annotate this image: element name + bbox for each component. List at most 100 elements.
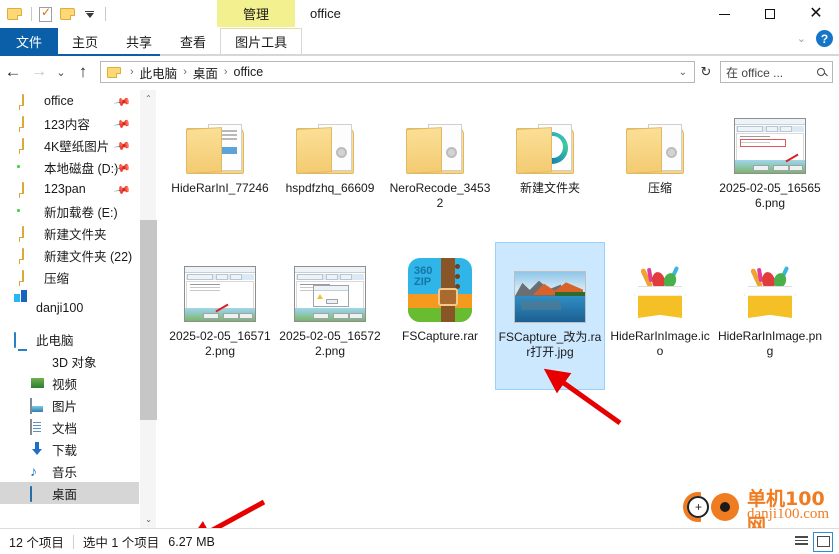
- customize-dropdown-icon[interactable]: [81, 6, 98, 23]
- sidebar-item-new-folder[interactable]: 新建文件夹: [0, 222, 139, 244]
- search-input[interactable]: 在 office ...: [720, 61, 833, 83]
- folder-icon: [22, 181, 39, 198]
- sidebar-item-danji100[interactable]: danji100: [0, 290, 139, 319]
- status-bar: 12 个项目 选中 1 个项目 6.27 MB: [0, 528, 839, 554]
- sidebar-item-label: 本地磁盘 (D:): [44, 161, 119, 176]
- file-item[interactable]: 新建文件夹: [495, 94, 605, 242]
- file-name: FSCapture.rar: [401, 329, 479, 343]
- details-view-icon[interactable]: [791, 532, 811, 552]
- sidebar-item-desktop[interactable]: 桌面: [0, 482, 139, 504]
- file-name: HideRarInI_77246: [171, 181, 269, 195]
- status-selection-size: 6.27 MB: [168, 534, 215, 549]
- scrollbar-thumb[interactable]: [140, 220, 157, 420]
- file-list-pane: HideRarInI_77246 e hspdfzhq_66609: [157, 90, 839, 528]
- file-name: 2025-02-05_165722.png: [279, 329, 381, 358]
- sidebar-item-videos[interactable]: 视频: [0, 372, 139, 394]
- tab-file[interactable]: 文件: [0, 28, 59, 54]
- breadcrumb-desktop[interactable]: 桌面: [192, 63, 219, 82]
- breadcrumb-office[interactable]: office: [233, 65, 265, 79]
- file-item[interactable]: e NeroRecode_34532: [385, 94, 495, 242]
- folder-edge-icon: [516, 119, 584, 174]
- breadcrumb[interactable]: › 此电脑 › 桌面 › office ⌄: [100, 61, 695, 83]
- sidebar-item-compress[interactable]: 压缩: [0, 266, 139, 288]
- maximize-button[interactable]: [747, 0, 793, 28]
- sidebar-item-new-volume-e[interactable]: 新加载卷 (E:): [0, 200, 139, 222]
- file-name: HideRarInImage.png: [717, 329, 823, 358]
- new-folder-icon[interactable]: [60, 6, 77, 23]
- file-item[interactable]: HideRarInImage.png: [715, 242, 825, 390]
- file-icon: [294, 250, 366, 322]
- tab-home[interactable]: 主页: [58, 28, 112, 54]
- screenshot-thumbnail: [734, 118, 806, 174]
- sidebar-item-downloads[interactable]: 下载: [0, 438, 139, 460]
- file-item[interactable]: HideRarInI_77246: [165, 94, 275, 242]
- sidebar-item-documents[interactable]: 文档: [0, 416, 139, 438]
- file-item[interactable]: e 压缩: [605, 94, 715, 242]
- sidebar-item-123pan[interactable]: 123pan 📌: [0, 178, 139, 200]
- sidebar-item-label: 压缩: [44, 271, 70, 286]
- scroll-down-icon[interactable]: ⌄: [140, 511, 157, 528]
- sidebar-item-123content[interactable]: 123内容 📌: [0, 112, 139, 134]
- sidebar-item-this-pc[interactable]: 此电脑: [0, 328, 139, 350]
- sidebar-item-4k-wallpaper[interactable]: 4K壁纸图片 📌: [0, 134, 139, 156]
- sidebar-item-label: 桌面: [52, 487, 78, 502]
- tab-view[interactable]: 查看: [166, 28, 220, 54]
- breadcrumb-dropdown-icon[interactable]: ⌄: [679, 67, 690, 78]
- file-icon: 360 ZIP: [404, 250, 476, 322]
- breadcrumb-separator: ›: [223, 66, 228, 78]
- folder-icon: [22, 137, 39, 154]
- sidebar-item-new-folder-22[interactable]: 新建文件夹 (22): [0, 244, 139, 266]
- up-button[interactable]: ↑: [70, 59, 96, 85]
- file-item[interactable]: 2025-02-05_165656.png: [715, 94, 825, 242]
- navigation-pane-scrollbar[interactable]: ⌃ ⌄: [139, 90, 157, 528]
- minimize-button[interactable]: [701, 0, 747, 28]
- forward-button[interactable]: →: [26, 59, 52, 85]
- view-mode-buttons: [791, 531, 839, 552]
- file-item-selected[interactable]: FSCapture_改为.rar打开.jpg: [495, 242, 605, 390]
- sidebar-item-label: 123pan: [44, 182, 86, 196]
- watermark-english-text: danji100.com: [747, 506, 830, 522]
- recent-locations-button[interactable]: ⌄: [52, 59, 70, 85]
- sidebar-item-office[interactable]: office 📌: [0, 90, 139, 112]
- file-icon: [514, 102, 586, 174]
- address-bar: ← → ⌄ ↑ › 此电脑 › 桌面 › office ⌄ ↻ 在 office…: [0, 57, 839, 87]
- contextual-tab-manage[interactable]: 管理: [217, 0, 295, 27]
- file-item[interactable]: e hspdfzhq_66609: [275, 94, 385, 242]
- sidebar-item-label: 图片: [52, 399, 78, 414]
- sidebar-item-label: 下载: [52, 443, 78, 458]
- sidebar-item-label: 3D 对象: [52, 355, 97, 370]
- tab-picture-tools[interactable]: 图片工具: [220, 28, 303, 54]
- folder-icon: [22, 225, 39, 242]
- tiles-view-icon[interactable]: [813, 531, 833, 552]
- drive-icon: [22, 159, 39, 175]
- folder-icon: [22, 93, 39, 110]
- sidebar-item-label: 4K壁纸图片: [44, 139, 110, 154]
- close-button[interactable]: ✕: [793, 0, 839, 28]
- file-item[interactable]: 2025-02-05_165712.png: [165, 242, 275, 390]
- scroll-up-icon[interactable]: ⌃: [140, 90, 157, 107]
- search-placeholder: 在 office ...: [726, 65, 784, 80]
- watermark-logo-icon: +: [681, 488, 747, 524]
- file-item[interactable]: 2025-02-05_165722.png: [275, 242, 385, 390]
- breadcrumb-separator: ›: [183, 66, 187, 78]
- file-grid: HideRarInI_77246 e hspdfzhq_66609: [157, 90, 839, 390]
- title-bar: 管理 office ✕: [0, 0, 839, 28]
- file-icon: [734, 250, 806, 322]
- sidebar-item-3d-objects[interactable]: 3D 对象: [0, 350, 139, 372]
- sidebar-item-pictures[interactable]: 图片: [0, 394, 139, 416]
- tab-share[interactable]: 共享: [112, 28, 166, 54]
- file-item[interactable]: HideRarInImage.ico: [605, 242, 715, 390]
- back-button[interactable]: ←: [0, 59, 26, 85]
- sidebar-item-local-disk-d[interactable]: 本地磁盘 (D:) 📌: [0, 156, 139, 178]
- properties-icon[interactable]: [39, 5, 56, 23]
- refresh-button[interactable]: ↻: [695, 61, 717, 83]
- help-icon[interactable]: ?: [816, 30, 833, 47]
- sidebar-item-music[interactable]: ♪ 音乐: [0, 460, 139, 482]
- breadcrumb-this-pc[interactable]: 此电脑: [139, 63, 179, 82]
- file-item[interactable]: 360 ZIP FSCapture.rar: [385, 242, 495, 390]
- chevron-down-icon[interactable]: ⌄: [797, 32, 806, 45]
- window-title: office: [310, 6, 341, 21]
- folder-icon[interactable]: [7, 6, 24, 23]
- file-icon: [184, 102, 256, 174]
- watermark: + 单机100网 danji100.com: [681, 482, 833, 537]
